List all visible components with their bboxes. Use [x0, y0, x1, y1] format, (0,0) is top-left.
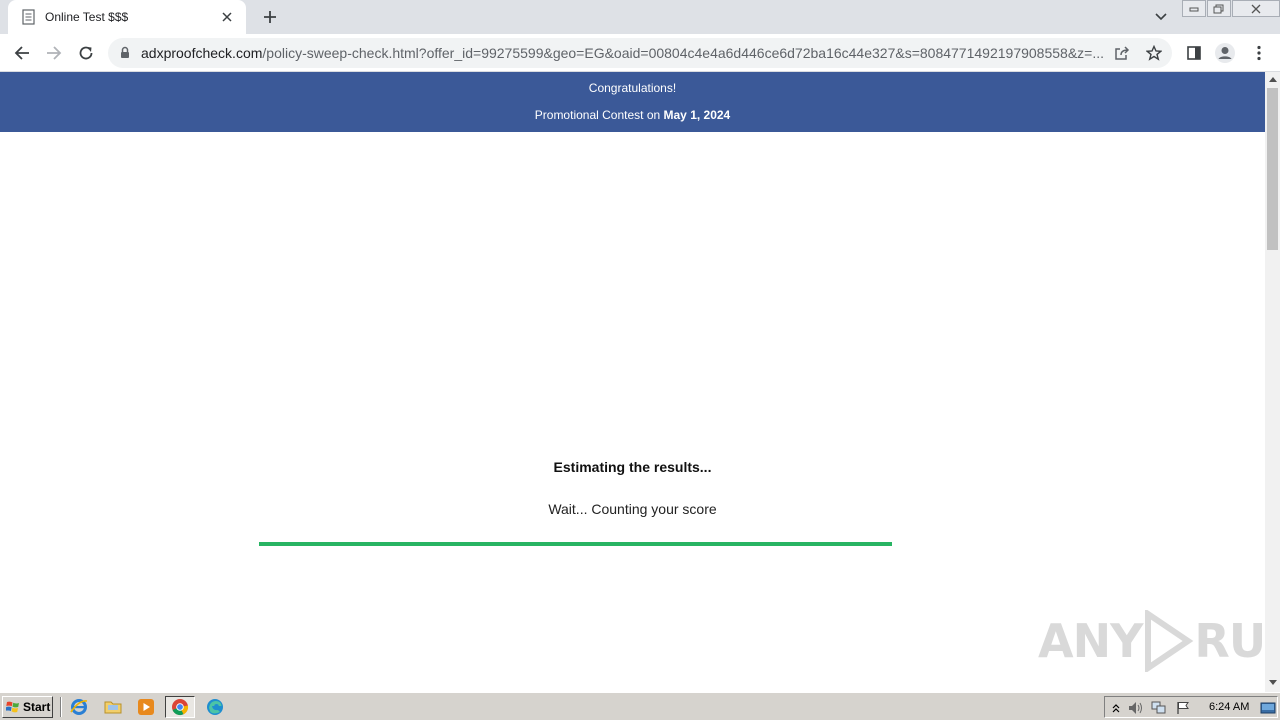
taskbar-separator: [60, 697, 62, 717]
show-desktop-icon[interactable]: [1260, 700, 1276, 716]
reload-button[interactable]: [74, 41, 98, 65]
profile-avatar-icon[interactable]: [1214, 42, 1236, 64]
banner-contest-line: Promotional Contest on May 1, 2024: [0, 108, 1265, 122]
page-viewport: Congratulations! Promotional Contest on …: [0, 72, 1265, 692]
tab-strip: Online Test $$$: [0, 0, 1280, 34]
new-tab-button[interactable]: [258, 6, 282, 28]
url-host: adxproofcheck.com: [141, 45, 263, 61]
restore-button[interactable]: [1207, 0, 1231, 17]
tab-close-icon[interactable]: [218, 8, 236, 26]
window-controls: [1182, 0, 1280, 18]
taskbar-clock: 6:24 AM: [1209, 701, 1250, 713]
tab-title: Online Test $$$: [45, 10, 129, 24]
scroll-up-arrow-icon[interactable]: [1268, 75, 1277, 84]
windows-taskbar: Start 6:24 AM: [0, 692, 1280, 720]
estimating-title: Estimating the results...: [553, 459, 712, 475]
start-button[interactable]: Start: [2, 696, 53, 718]
banner-date: May 1, 2024: [663, 108, 731, 122]
address-bar[interactable]: adxproofcheck.com/policy-sweep-check.htm…: [108, 38, 1172, 68]
browser-toolbar: adxproofcheck.com/policy-sweep-check.htm…: [0, 34, 1280, 72]
action-center-flag-icon[interactable]: [1175, 700, 1191, 716]
edge-icon[interactable]: [206, 698, 224, 716]
volume-icon[interactable]: [1128, 700, 1144, 716]
tab-search-chevron-icon[interactable]: [1150, 7, 1172, 27]
tab-active[interactable]: Online Test $$$: [8, 0, 246, 34]
bookmark-star-icon[interactable]: [1145, 44, 1163, 62]
banner-contest-text: Promotional Contest on: [534, 108, 661, 122]
score-progress-fill: [259, 542, 892, 546]
watermark-text-left: ANY: [1038, 614, 1143, 668]
banner-congratulations: Congratulations!: [588, 81, 677, 95]
url-path: /policy-sweep-check.html?offer_id=992755…: [262, 45, 1104, 61]
vertical-scrollbar[interactable]: [1265, 72, 1280, 692]
close-window-button[interactable]: [1232, 0, 1280, 17]
promo-banner: Congratulations! Promotional Contest on …: [0, 72, 1265, 132]
windows-logo-icon: [6, 701, 19, 713]
lock-icon[interactable]: [120, 46, 130, 64]
side-panel-icon[interactable]: [1183, 42, 1205, 64]
score-progress-bar: [259, 542, 892, 546]
start-label: Start: [23, 700, 51, 714]
forward-button[interactable]: [42, 41, 66, 65]
watermark-text-right: RUN: [1194, 614, 1265, 668]
ie-icon[interactable]: [70, 698, 88, 716]
estimating-subtitle: Wait... Counting your score: [548, 501, 717, 517]
show-hidden-icons-icon[interactable]: [1108, 700, 1124, 716]
minimize-button[interactable]: [1182, 0, 1206, 17]
folder-icon[interactable]: [104, 698, 122, 716]
media-player-icon[interactable]: [137, 698, 155, 716]
menu-kebab-icon[interactable]: [1248, 42, 1270, 64]
chrome-icon[interactable]: [165, 696, 195, 718]
network-icon[interactable]: [1151, 700, 1167, 716]
scroll-down-arrow-icon[interactable]: [1268, 678, 1277, 687]
url-text[interactable]: adxproofcheck.com/policy-sweep-check.htm…: [141, 45, 1111, 61]
share-icon[interactable]: [1113, 44, 1131, 62]
page-favicon-icon: [21, 9, 37, 25]
system-tray: 6:24 AM: [1104, 696, 1278, 718]
scrollbar-thumb[interactable]: [1267, 88, 1278, 250]
back-button[interactable]: [10, 41, 34, 65]
watermark-play-icon: [1145, 610, 1194, 672]
anyrun-watermark: ANY RUN: [1038, 610, 1265, 672]
